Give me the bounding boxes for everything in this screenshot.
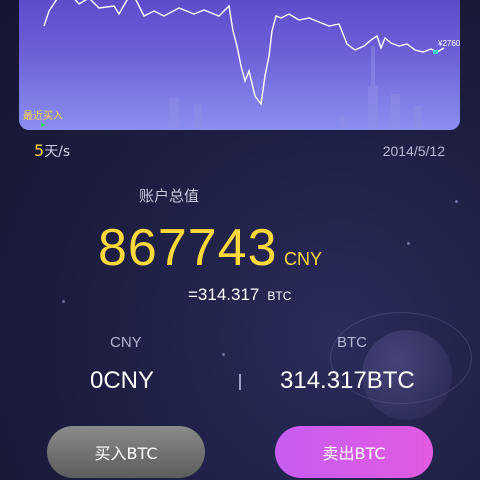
- speed-value: 5: [34, 141, 45, 160]
- latest-price-marker: [433, 50, 438, 54]
- account-total-unit: CNY: [284, 249, 323, 269]
- background-star: [455, 200, 458, 203]
- account-total-value: 867743: [98, 219, 278, 277]
- price-chart-svg: [41, 0, 445, 130]
- speed-unit: 天/s: [44, 144, 71, 160]
- btc-equivalent: =314.317 BTC: [188, 285, 291, 305]
- btc-balance-label: BTC: [337, 334, 367, 351]
- latest-price-label: ¥2760.7: [438, 39, 460, 48]
- btc-equivalent-unit: BTC: [267, 289, 292, 303]
- price-line: [43, 0, 445, 106]
- account-total-title: 账户总值: [139, 187, 200, 205]
- sell-btc-button[interactable]: 卖出BTC: [275, 426, 433, 478]
- btc-equivalent-value: =314.317: [188, 285, 260, 304]
- recent-buy-label: 最近买入: [23, 111, 63, 122]
- current-date: 2014/5/12: [382, 143, 445, 159]
- background-star: [407, 242, 410, 245]
- cny-balance-value: 0CNY: [90, 367, 155, 394]
- playback-speed[interactable]: 5天/s: [34, 141, 70, 161]
- price-chart[interactable]: ¥2760.7 最近买入: [19, 0, 460, 130]
- balance-divider: [239, 374, 241, 390]
- sell-btc-label: 卖出BTC: [322, 444, 386, 463]
- background-star: [222, 353, 225, 356]
- btc-balance-value: 314.317BTC: [280, 367, 415, 394]
- background-star: [62, 300, 65, 303]
- cny-balance-label: CNY: [110, 334, 142, 351]
- recent-buy-marker: [41, 123, 46, 127]
- buy-btc-label: 买入BTC: [94, 444, 158, 463]
- buy-btc-button[interactable]: 买入BTC: [47, 426, 205, 478]
- skyline-silhouette: [169, 46, 422, 130]
